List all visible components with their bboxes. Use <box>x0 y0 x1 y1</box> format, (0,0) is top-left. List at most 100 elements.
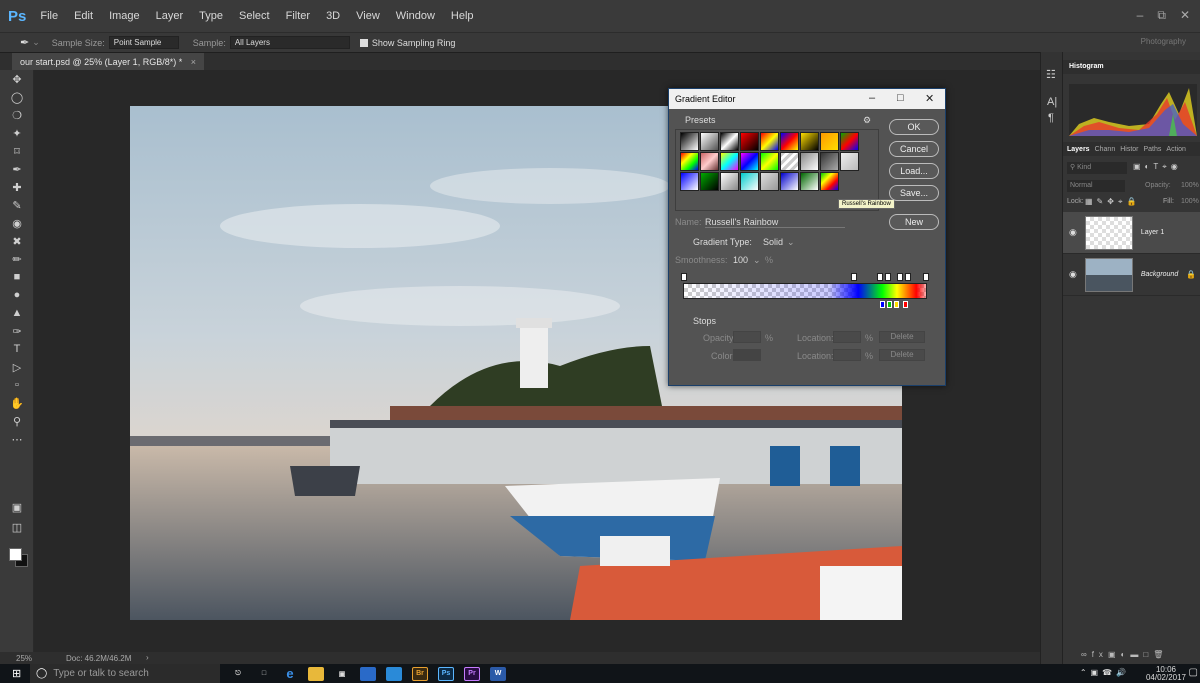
eyedropper-tool-icon[interactable]: ✒ <box>0 160 34 178</box>
preset-swatch[interactable] <box>800 132 819 151</box>
layer-panel-actions[interactable]: ∞fx▣◐▬□🗑 <box>1081 650 1168 659</box>
sample-select[interactable]: All Layers <box>229 36 350 49</box>
adjustment-layer-icon[interactable]: ◐ <box>1121 650 1131 659</box>
link-layers-icon[interactable]: ∞ <box>1081 650 1092 659</box>
document-tab[interactable]: our start.psd @ 25% (Layer 1, RGB/8*) * … <box>12 53 204 71</box>
smoothness-input[interactable]: 100 <box>733 255 748 265</box>
preset-swatch[interactable] <box>720 132 739 151</box>
character-panel-icon[interactable]: A| <box>1047 96 1057 108</box>
eraser-tool-icon[interactable]: ✏ <box>0 250 34 268</box>
taskbar-search-input[interactable]: ◯ Type or talk to search <box>30 664 220 683</box>
fill-value[interactable]: 100% <box>1181 198 1199 205</box>
layer-name[interactable]: Layer 1 <box>1141 229 1164 236</box>
restore-icon[interactable]: ⧉ <box>1157 8 1166 23</box>
history-brush-tool-icon[interactable]: ✖ <box>0 232 34 250</box>
properties-panel-icon[interactable]: ☷ <box>1046 68 1056 81</box>
bridge-icon[interactable]: Br <box>412 666 428 681</box>
preset-swatch[interactable] <box>780 152 799 171</box>
save-button[interactable]: Save... <box>889 185 939 201</box>
quick-select-tool-icon[interactable]: ✦ <box>0 124 34 142</box>
notifications-icon[interactable]: ▢ <box>1189 667 1198 678</box>
dialog-minimize-icon[interactable]: – <box>869 92 875 104</box>
add-mask-icon[interactable]: ▣ <box>1108 650 1121 659</box>
load-button[interactable]: Load... <box>889 163 939 179</box>
dialog-close-icon[interactable]: ✕ <box>925 92 934 105</box>
workspace-switcher[interactable]: Photography <box>1141 37 1186 46</box>
close-icon[interactable]: ✕ <box>1180 8 1190 23</box>
gradient-type-chevron-icon[interactable]: ⌄ <box>787 237 795 248</box>
opacity-stop-marker[interactable] <box>885 273 891 281</box>
fx-icon[interactable]: fx <box>1092 650 1108 659</box>
menu-filter[interactable]: Filter <box>286 10 310 22</box>
visibility-eye-icon[interactable]: ◉ <box>1069 227 1077 238</box>
preset-swatch[interactable] <box>840 152 859 171</box>
preset-swatch[interactable] <box>700 172 719 191</box>
new-button[interactable]: New <box>889 214 939 230</box>
preset-swatch[interactable] <box>680 172 699 191</box>
zoom-level[interactable]: 25% <box>16 654 32 663</box>
actions-tab[interactable]: Action <box>1166 146 1185 153</box>
preset-swatch[interactable] <box>700 132 719 151</box>
pen-tool-icon[interactable]: ✑ <box>0 322 34 340</box>
ok-button[interactable]: OK <box>889 119 939 135</box>
preset-swatch[interactable] <box>780 132 799 151</box>
preset-swatch[interactable] <box>760 132 779 151</box>
menu-select[interactable]: Select <box>239 10 270 22</box>
menu-image[interactable]: Image <box>109 10 140 22</box>
preset-swatch[interactable] <box>780 172 799 191</box>
quick-mask-icon[interactable]: ▣ <box>0 498 34 516</box>
dialog-maximize-icon[interactable]: □ <box>897 92 904 104</box>
preset-swatch[interactable] <box>820 152 839 171</box>
menu-file[interactable]: File <box>40 10 58 22</box>
system-tray-icons[interactable]: ⌃▣☎🔊 <box>1080 668 1130 677</box>
photoshop-taskbar-icon[interactable]: Ps <box>438 666 454 681</box>
lock-icons[interactable]: ▦✎✥⌖🔒 <box>1085 197 1140 207</box>
visibility-eye-icon[interactable]: ◉ <box>1069 269 1077 280</box>
layer-row[interactable]: ◉ Layer 1 <box>1063 212 1200 254</box>
new-layer-icon[interactable]: □ <box>1143 650 1153 659</box>
delete-layer-icon[interactable]: 🗑 <box>1153 650 1168 659</box>
opacity-stop-marker[interactable] <box>681 273 687 281</box>
type-tool-icon[interactable]: T <box>0 340 34 358</box>
app-icon[interactable] <box>360 666 376 681</box>
screen-mode-icon[interactable]: ◫ <box>0 518 34 536</box>
task-view-icon[interactable]: □ <box>256 667 272 681</box>
smoothness-chevron-icon[interactable]: ⌄ <box>753 255 761 266</box>
name-field[interactable]: Russell's Rainbow <box>705 217 845 228</box>
lasso-tool-icon[interactable]: ❍ <box>0 106 34 124</box>
crop-tool-icon[interactable]: ⌑ <box>0 142 34 160</box>
color-stop-marker[interactable] <box>880 301 885 308</box>
blend-mode-select[interactable]: Normal <box>1067 180 1125 192</box>
sample-size-select[interactable]: Point Sample <box>108 36 179 49</box>
premiere-icon[interactable]: Pr <box>464 666 480 681</box>
stop-opacity-delete-button[interactable]: Delete <box>879 331 925 343</box>
blur-tool-icon[interactable]: ● <box>0 286 34 304</box>
windows-start-icon[interactable]: ⊞ <box>12 667 21 680</box>
channels-tab[interactable]: Chann <box>1095 146 1116 153</box>
status-menu-arrow-icon[interactable]: › <box>146 653 149 662</box>
clone-stamp-tool-icon[interactable]: ◉ <box>0 214 34 232</box>
histogram-tab[interactable]: Histogram <box>1069 63 1104 70</box>
more-tools-icon[interactable]: ⋯ <box>0 430 34 448</box>
paragraph-panel-icon[interactable]: ¶ <box>1048 112 1054 124</box>
opacity-value[interactable]: 100% <box>1181 182 1199 189</box>
stop-color-location-input[interactable] <box>833 349 861 361</box>
healing-brush-tool-icon[interactable]: ✚ <box>0 178 34 196</box>
preset-swatch[interactable] <box>800 172 819 191</box>
move-tool-icon[interactable]: ✥ <box>0 70 34 88</box>
preset-swatch[interactable] <box>800 152 819 171</box>
opacity-stop-marker[interactable] <box>851 273 857 281</box>
new-group-icon[interactable]: ▬ <box>1130 650 1143 659</box>
foreground-color-swatch[interactable] <box>9 548 22 561</box>
gradient-tool-icon[interactable]: ■ <box>0 268 34 286</box>
marquee-tool-icon[interactable]: ◯ <box>0 88 34 106</box>
preset-swatch[interactable] <box>740 172 759 191</box>
dodge-tool-icon[interactable]: ▲ <box>0 304 34 322</box>
photos-icon[interactable] <box>386 666 402 681</box>
eyedropper-icon[interactable]: ✒ <box>20 36 29 49</box>
color-stop-marker[interactable] <box>887 301 892 308</box>
preset-swatch[interactable] <box>680 132 699 151</box>
stop-color-delete-button[interactable]: Delete <box>879 349 925 361</box>
menu-edit[interactable]: Edit <box>74 10 93 22</box>
stop-opacity-location-input[interactable] <box>833 331 861 343</box>
